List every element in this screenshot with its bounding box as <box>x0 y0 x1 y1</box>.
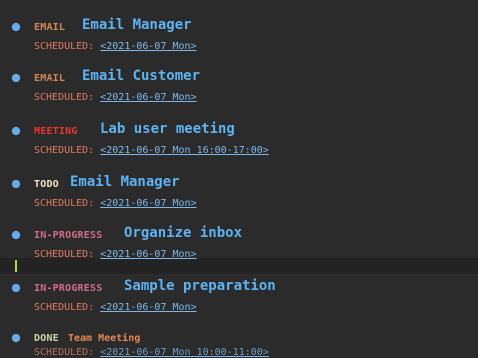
heading-title[interactable]: Team Meeting <box>68 333 140 344</box>
current-line-highlight <box>0 258 478 274</box>
scheduled-label: SCHEDULED: <box>34 145 95 156</box>
heading-bullet-icon <box>12 180 20 188</box>
scheduled-label: SCHEDULED: <box>34 41 95 52</box>
heading-title[interactable]: Lab user meeting <box>100 121 235 137</box>
heading-title[interactable]: Sample preparation <box>124 278 276 294</box>
heading-bullet-icon <box>12 23 20 31</box>
scheduled-label: SCHEDULED: <box>34 249 95 260</box>
todo-keyword[interactable]: TODO <box>34 179 59 190</box>
scheduled-date-link[interactable]: <2021-06-07 Mon> <box>100 198 196 209</box>
scheduled-date-link[interactable]: <2021-06-07 Mon> <box>100 249 196 260</box>
todo-keyword[interactable]: IN-PROGRESS <box>34 230 102 241</box>
scheduled-row: SCHEDULED: <2021-06-07 Mon> <box>34 41 197 52</box>
scheduled-label: SCHEDULED: <box>34 198 95 209</box>
text-cursor <box>15 260 17 272</box>
heading-bullet-icon <box>12 231 20 239</box>
heading-bullet-icon <box>12 334 20 342</box>
scheduled-label: SCHEDULED: <box>34 302 95 313</box>
scheduled-date-link[interactable]: <2021-06-07 Mon 16:00-17:00> <box>100 145 269 156</box>
scheduled-date-link[interactable]: <2021-06-07 Mon> <box>100 41 196 52</box>
todo-keyword[interactable]: EMAIL <box>34 73 65 84</box>
scheduled-date-link[interactable]: <2021-06-07 Mon> <box>100 302 196 313</box>
todo-keyword[interactable]: IN-PROGRESS <box>34 283 102 294</box>
scheduled-row: SCHEDULED: <2021-06-07 Mon 16:00-17:00> <box>34 145 269 156</box>
scheduled-row: SCHEDULED: <2021-06-07 Mon> <box>34 92 197 103</box>
todo-keyword[interactable]: DONE <box>34 333 59 344</box>
scheduled-row: SCHEDULED: <2021-06-07 Mon> <box>34 249 197 260</box>
scheduled-date-link[interactable]: <2021-06-07 Mon> <box>100 92 196 103</box>
scheduled-row: SCHEDULED: <2021-06-07 Mon> <box>34 198 197 209</box>
heading-bullet-icon <box>12 74 20 82</box>
scheduled-row: SCHEDULED: <2021-06-07 Mon> <box>34 302 197 313</box>
todo-keyword[interactable]: MEETING <box>34 126 78 137</box>
scheduled-row: SCHEDULED: <2021-06-07 Mon 10:00-11:00> <box>34 347 269 358</box>
scheduled-label: SCHEDULED: <box>34 92 95 103</box>
heading-title[interactable]: Email Customer <box>82 68 200 84</box>
heading-title[interactable]: Organize inbox <box>124 225 242 241</box>
heading-title[interactable]: Email Manager <box>70 174 180 190</box>
todo-keyword[interactable]: EMAIL <box>34 22 65 33</box>
scheduled-label: SCHEDULED: <box>34 347 95 358</box>
org-agenda-editor[interactable]: EMAIL Email Manager SCHEDULED: <2021-06-… <box>0 0 478 358</box>
heading-title[interactable]: Email Manager <box>82 17 192 33</box>
heading-bullet-icon <box>12 127 20 135</box>
scheduled-date-link[interactable]: <2021-06-07 Mon 10:00-11:00> <box>100 347 269 358</box>
heading-bullet-icon <box>12 284 20 292</box>
